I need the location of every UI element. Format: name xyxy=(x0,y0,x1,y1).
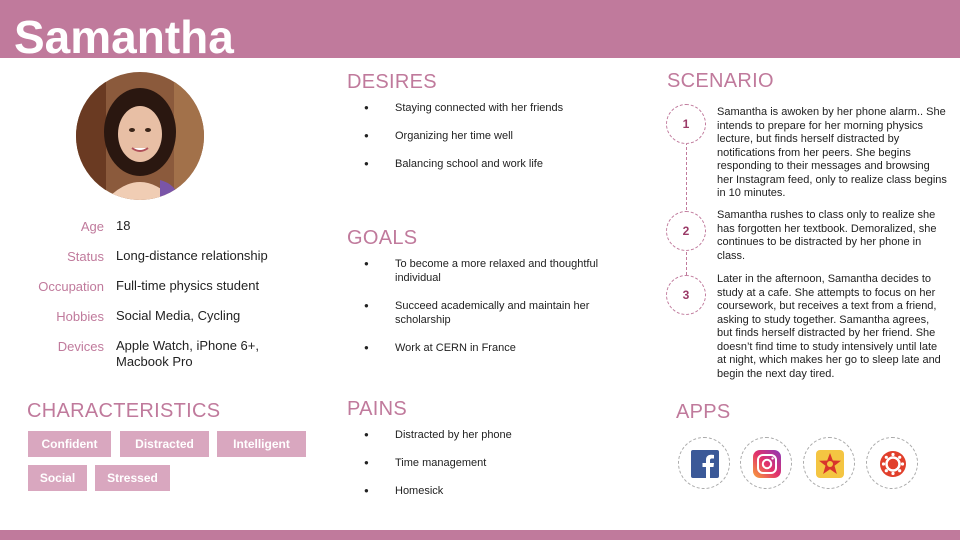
canvas-icon xyxy=(880,451,906,477)
step-number-3: 3 xyxy=(666,275,706,315)
list-item: Time management xyxy=(362,456,632,470)
app-canvas[interactable] xyxy=(866,437,918,489)
app-star[interactable] xyxy=(803,437,855,489)
characteristics-title: CHARACTERISTICS xyxy=(27,400,221,422)
chip-distracted: Distracted xyxy=(120,431,209,457)
list-item: To become a more relaxed and thoughtful … xyxy=(362,257,627,285)
list-item: Succeed academically and maintain her sc… xyxy=(362,299,627,327)
list-item: Distracted by her phone xyxy=(362,428,632,442)
attribute-value: Apple Watch, iPhone 6+, Macbook Pro xyxy=(116,338,259,369)
attribute-value: 18 xyxy=(116,218,131,233)
attribute-devices: Devices Apple Watch, iPhone 6+, Macbook … xyxy=(20,338,320,370)
facebook-icon xyxy=(691,450,719,478)
chip-social: Social xyxy=(28,465,87,491)
goals-title: GOALS xyxy=(347,227,418,249)
attribute-value: Full-time physics student xyxy=(116,278,260,293)
chip-confident: Confident xyxy=(28,431,111,457)
list-item: Homesick xyxy=(362,484,632,498)
step-number-2: 2 xyxy=(666,211,706,251)
list-item: Organizing her time well xyxy=(362,129,632,143)
attribute-value: Social Media, Cycling xyxy=(116,308,241,323)
list-item: Balancing school and work life xyxy=(362,157,632,171)
attribute-hobbies: Hobbies Social Media, Cycling xyxy=(20,308,320,324)
app-instagram[interactable] xyxy=(740,437,792,489)
pains-title: PAINS xyxy=(347,398,408,420)
attribute-label: Devices xyxy=(57,339,104,354)
list-item: Staying connected with her friends xyxy=(362,101,632,115)
attribute-occupation: Occupation Full-time physics student xyxy=(20,278,320,294)
attribute-value: Long-distance relationship xyxy=(116,248,268,263)
attribute-age: Age 18 xyxy=(20,218,320,234)
attributes-list: Age 18 Status Long-distance relationship… xyxy=(20,218,320,382)
star-app-icon xyxy=(816,450,844,478)
attribute-label: Status xyxy=(67,249,104,264)
chip-stressed: Stressed xyxy=(95,465,170,491)
profile-photo xyxy=(76,72,204,200)
footer-bar xyxy=(0,530,960,540)
step-text-3: Later in the afternoon, Samantha decides… xyxy=(717,273,941,380)
step-text-1: Samantha is awoken by her phone alarm.. … xyxy=(717,106,947,199)
attribute-label: Age xyxy=(80,219,104,234)
attribute-label: Hobbies xyxy=(56,309,104,324)
step-number-1: 1 xyxy=(666,104,706,144)
list-item: Work at CERN in France xyxy=(362,341,627,355)
instagram-icon xyxy=(753,450,781,478)
chip-intelligent: Intelligent xyxy=(217,431,306,457)
attribute-status: Status Long-distance relationship xyxy=(20,248,320,264)
app-facebook[interactable] xyxy=(678,437,730,489)
attribute-label: Occupation xyxy=(38,279,104,294)
scenario-title: SCENARIO xyxy=(667,70,774,92)
desires-title: DESIRES xyxy=(347,71,437,93)
step-text-2: Samantha rushes to class only to realize… xyxy=(717,209,937,262)
desires-list: Staying connected with her friends Organ… xyxy=(362,101,632,171)
persona-name: Samantha xyxy=(14,11,234,63)
goals-list: To become a more relaxed and thoughtful … xyxy=(362,257,627,355)
apps-title: APPS xyxy=(676,401,731,423)
pains-list: Distracted by her phone Time management … xyxy=(362,428,632,498)
